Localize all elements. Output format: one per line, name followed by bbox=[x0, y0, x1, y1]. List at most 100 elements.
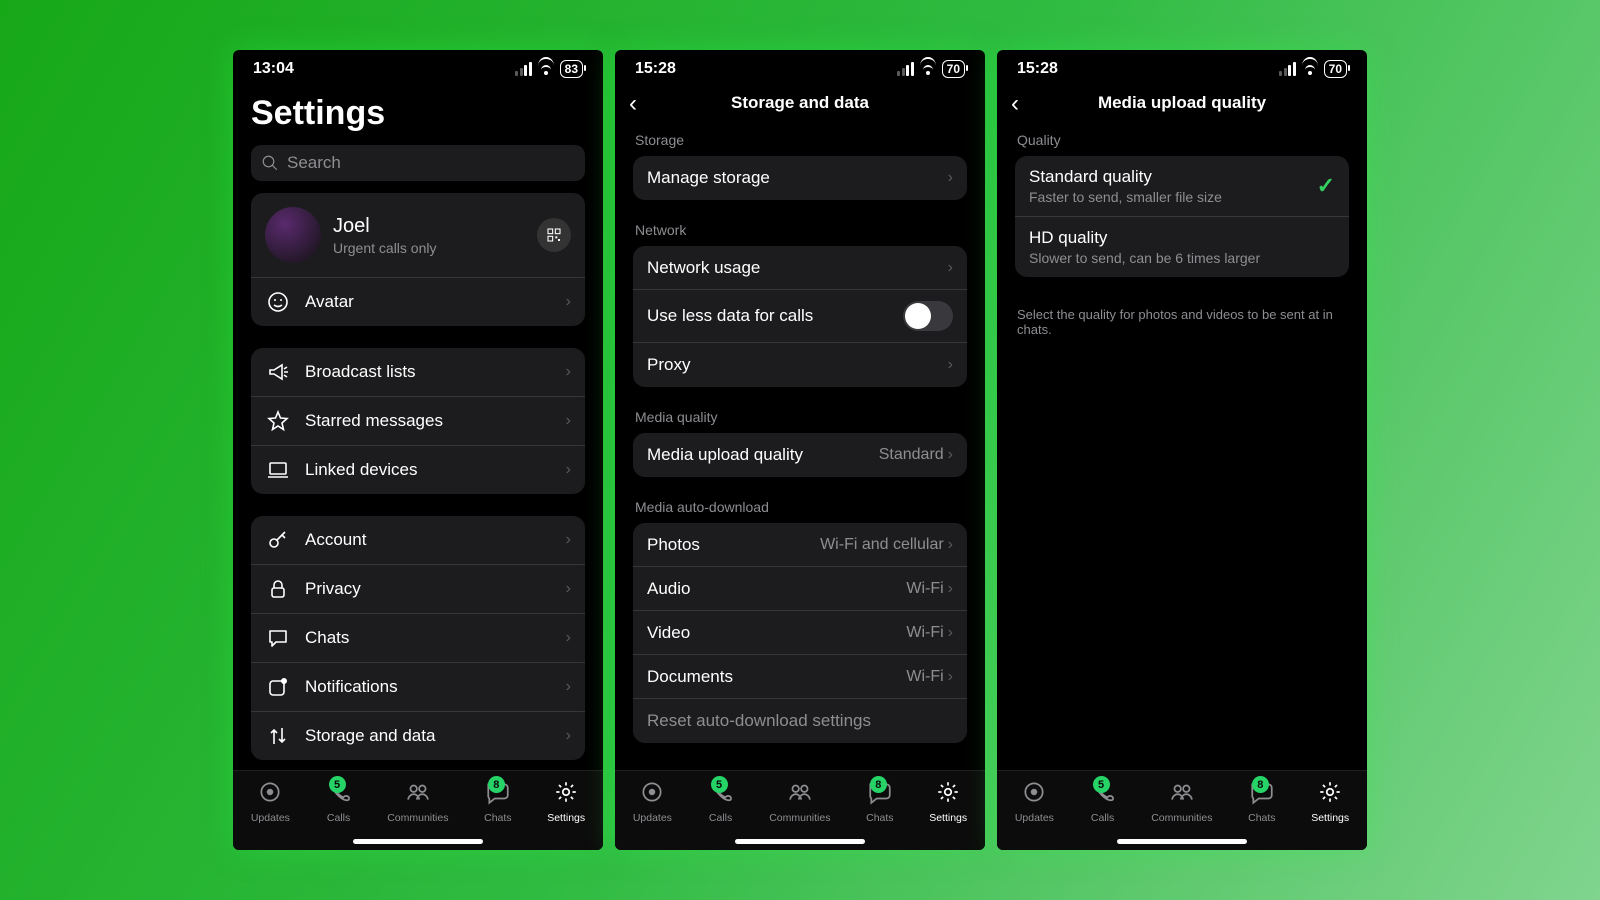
megaphone-icon bbox=[265, 359, 291, 385]
nav-header: ‹ Storage and data bbox=[615, 84, 985, 122]
tab-chats[interactable]: 8 Chats bbox=[484, 779, 511, 824]
star-icon bbox=[265, 408, 291, 434]
status-time: 15:28 bbox=[635, 60, 676, 78]
tab-calls[interactable]: 5 Calls bbox=[708, 779, 734, 824]
cell-signal-icon bbox=[1279, 62, 1296, 76]
tab-settings[interactable]: Settings bbox=[929, 779, 967, 824]
less-data-toggle[interactable] bbox=[903, 301, 953, 331]
tab-badge: 8 bbox=[870, 776, 887, 793]
tab-calls[interactable]: 5Calls bbox=[1090, 779, 1116, 824]
wifi-icon bbox=[1302, 63, 1318, 75]
tab-chats[interactable]: 8Chats bbox=[1248, 779, 1275, 824]
qr-code-button[interactable] bbox=[537, 218, 571, 252]
checkmark-icon: ✓ bbox=[1317, 173, 1335, 199]
avatar-face-icon bbox=[265, 289, 291, 315]
tab-calls[interactable]: 5Calls bbox=[326, 779, 352, 824]
chevron-right-icon: › bbox=[566, 412, 571, 430]
privacy-row[interactable]: Privacy› bbox=[251, 565, 585, 614]
home-indicator bbox=[1117, 839, 1247, 844]
reset-auto-row[interactable]: Reset auto-download settings bbox=[633, 699, 967, 743]
communities-icon bbox=[1169, 779, 1195, 805]
chevron-right-icon: › bbox=[566, 531, 571, 549]
chats-row[interactable]: Chats› bbox=[251, 614, 585, 663]
photos-auto-row[interactable]: PhotosWi-Fi and cellular› bbox=[633, 523, 967, 567]
tab-label: Communities bbox=[387, 812, 448, 824]
tab-bar: Updates 5Calls Communities 8Chats Settings bbox=[997, 770, 1367, 850]
media-upload-quality-row[interactable]: Media upload quality Standard › bbox=[633, 433, 967, 477]
avatar-row[interactable]: Avatar › bbox=[251, 278, 585, 326]
storage-row[interactable]: Storage and data› bbox=[251, 712, 585, 760]
section-storage: Storage bbox=[633, 132, 967, 156]
use-less-data-row[interactable]: Use less data for calls bbox=[633, 290, 967, 343]
home-indicator bbox=[353, 839, 483, 844]
tab-bar: Updates 5Calls Communities 8 Chats Settings bbox=[233, 770, 603, 850]
tab-settings[interactable]: Settings bbox=[1311, 779, 1349, 824]
tab-communities[interactable]: Communities bbox=[1151, 779, 1212, 824]
tab-label: Updates bbox=[633, 812, 672, 824]
tab-settings[interactable]: Settings bbox=[547, 779, 585, 824]
settings-icon bbox=[1317, 779, 1343, 805]
tab-badge: 8 bbox=[488, 776, 505, 793]
home-indicator bbox=[735, 839, 865, 844]
settings-group-2: Account› Privacy› Chats› Notifications› … bbox=[251, 516, 585, 760]
tab-badge: 5 bbox=[329, 776, 346, 793]
chevron-right-icon: › bbox=[948, 536, 953, 554]
broadcast-lists-row[interactable]: Broadcast lists› bbox=[251, 348, 585, 397]
status-bar: 15:28 70 bbox=[615, 50, 985, 84]
tab-updates[interactable]: Updates bbox=[251, 779, 290, 824]
battery-icon: 70 bbox=[942, 60, 965, 78]
manage-storage-row[interactable]: Manage storage› bbox=[633, 156, 967, 200]
notifications-row[interactable]: Notifications› bbox=[251, 663, 585, 712]
tab-updates[interactable]: Updates bbox=[633, 779, 672, 824]
starred-messages-row[interactable]: Starred messages› bbox=[251, 397, 585, 446]
hd-quality-row[interactable]: HD quality Slower to send, can be 6 time… bbox=[1015, 217, 1349, 277]
documents-auto-row[interactable]: DocumentsWi-Fi› bbox=[633, 655, 967, 699]
chevron-right-icon: › bbox=[566, 580, 571, 598]
network-usage-row[interactable]: Network usage› bbox=[633, 246, 967, 290]
status-bar: 13:04 83 bbox=[233, 50, 603, 84]
updates-icon bbox=[639, 779, 665, 805]
chevron-right-icon: › bbox=[566, 461, 571, 479]
video-auto-row[interactable]: VideoWi-Fi› bbox=[633, 611, 967, 655]
proxy-row[interactable]: Proxy› bbox=[633, 343, 967, 387]
tab-chats[interactable]: 8Chats bbox=[866, 779, 893, 824]
chevron-right-icon: › bbox=[948, 668, 953, 686]
chevron-right-icon: › bbox=[948, 169, 953, 187]
audio-auto-row[interactable]: AudioWi-Fi› bbox=[633, 567, 967, 611]
tab-communities[interactable]: Communities bbox=[769, 779, 830, 824]
screen-media-quality: 15:28 70 ‹ Media upload quality Quality … bbox=[997, 50, 1367, 850]
section-quality: Quality bbox=[1015, 132, 1349, 156]
nav-header: ‹ Media upload quality bbox=[997, 84, 1367, 122]
profile-row[interactable]: Joel Urgent calls only bbox=[251, 193, 585, 278]
arrows-up-down-icon bbox=[265, 723, 291, 749]
tab-label: Calls bbox=[1091, 812, 1114, 824]
search-input[interactable]: Search bbox=[251, 145, 585, 181]
tab-label: Calls bbox=[709, 812, 732, 824]
qr-icon bbox=[546, 227, 562, 243]
standard-quality-row[interactable]: Standard quality Faster to send, smaller… bbox=[1015, 156, 1349, 217]
tab-label: Updates bbox=[251, 812, 290, 824]
chevron-right-icon: › bbox=[566, 363, 571, 381]
account-row[interactable]: Account› bbox=[251, 516, 585, 565]
tab-updates[interactable]: Updates bbox=[1015, 779, 1054, 824]
status-bar: 15:28 70 bbox=[997, 50, 1367, 84]
tab-label: Chats bbox=[1248, 812, 1275, 824]
tab-communities[interactable]: Communities bbox=[387, 779, 448, 824]
tab-label: Communities bbox=[1151, 812, 1212, 824]
laptop-icon bbox=[265, 457, 291, 483]
tab-badge: 5 bbox=[711, 776, 728, 793]
profile-status: Urgent calls only bbox=[333, 240, 537, 256]
tab-label: Chats bbox=[484, 812, 511, 824]
chevron-right-icon: › bbox=[566, 727, 571, 745]
avatar-label: Avatar bbox=[305, 292, 566, 312]
avatar-image bbox=[265, 207, 321, 263]
back-button[interactable]: ‹ bbox=[629, 90, 637, 118]
communities-icon bbox=[787, 779, 813, 805]
search-icon bbox=[261, 154, 279, 172]
linked-devices-row[interactable]: Linked devices› bbox=[251, 446, 585, 494]
back-button[interactable]: ‹ bbox=[1011, 90, 1019, 118]
section-auto-download: Media auto-download bbox=[633, 499, 967, 523]
chat-icon bbox=[265, 625, 291, 651]
section-network: Network bbox=[633, 222, 967, 246]
nav-title: Storage and data bbox=[731, 93, 869, 113]
